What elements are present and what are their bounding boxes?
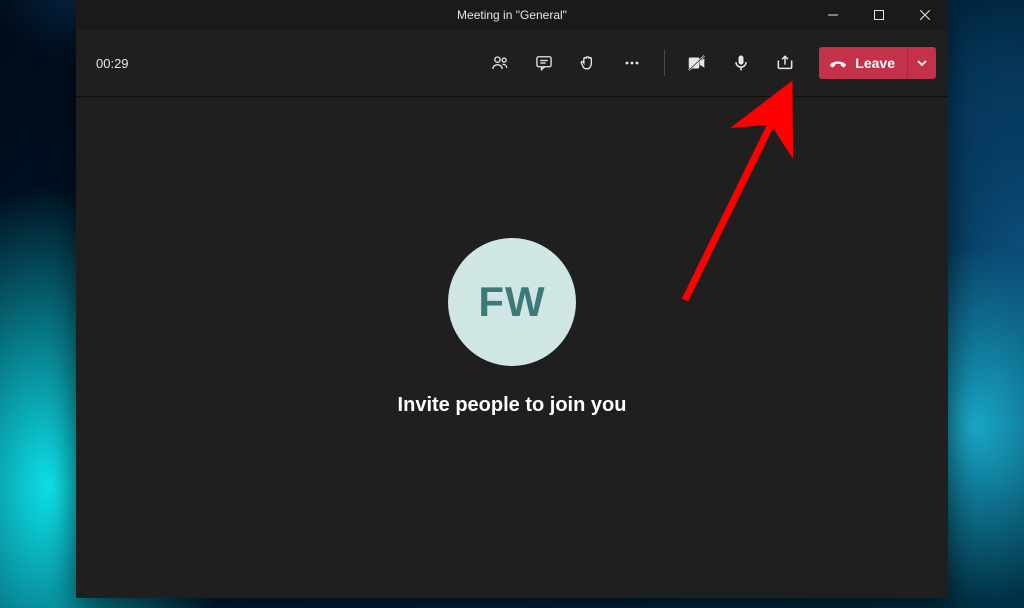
people-icon [490,53,510,73]
microphone-icon [731,53,751,73]
leave-options-button[interactable] [907,47,936,79]
leave-label: Leave [855,55,895,71]
hand-icon [578,53,598,73]
chat-button[interactable] [526,45,562,81]
ellipsis-icon [622,53,642,73]
share-screen-button[interactable] [767,45,803,81]
avatar-initials: FW [478,278,545,326]
chevron-down-icon [917,58,927,68]
meeting-toolbar: 00:29 [76,30,948,97]
share-tray-icon [775,53,795,73]
more-actions-button[interactable] [614,45,650,81]
toolbar-separator [664,50,665,76]
titlebar[interactable]: Meeting in "General" [76,0,948,30]
maximize-icon [874,10,884,20]
close-button[interactable] [902,0,948,30]
participants-button[interactable] [482,45,518,81]
window-controls [810,0,948,30]
close-icon [920,10,930,20]
raise-hand-button[interactable] [570,45,606,81]
invite-prompt: Invite people to join you [398,394,627,417]
meeting-stage: FW Invite people to join you [76,97,948,598]
camera-off-icon [686,52,708,74]
leave-split-button: Leave [819,47,936,79]
microphone-button[interactable] [723,45,759,81]
window-title: Meeting in "General" [214,8,810,22]
chat-icon [534,53,554,73]
maximize-button[interactable] [856,0,902,30]
hangup-icon [829,54,847,72]
meeting-timer: 00:29 [88,56,137,71]
camera-button[interactable] [679,45,715,81]
minimize-button[interactable] [810,0,856,30]
participant-avatar: FW [448,238,576,366]
minimize-icon [828,10,838,20]
leave-button[interactable]: Leave [819,47,907,79]
meeting-window: Meeting in "General" 00:29 [76,0,948,598]
